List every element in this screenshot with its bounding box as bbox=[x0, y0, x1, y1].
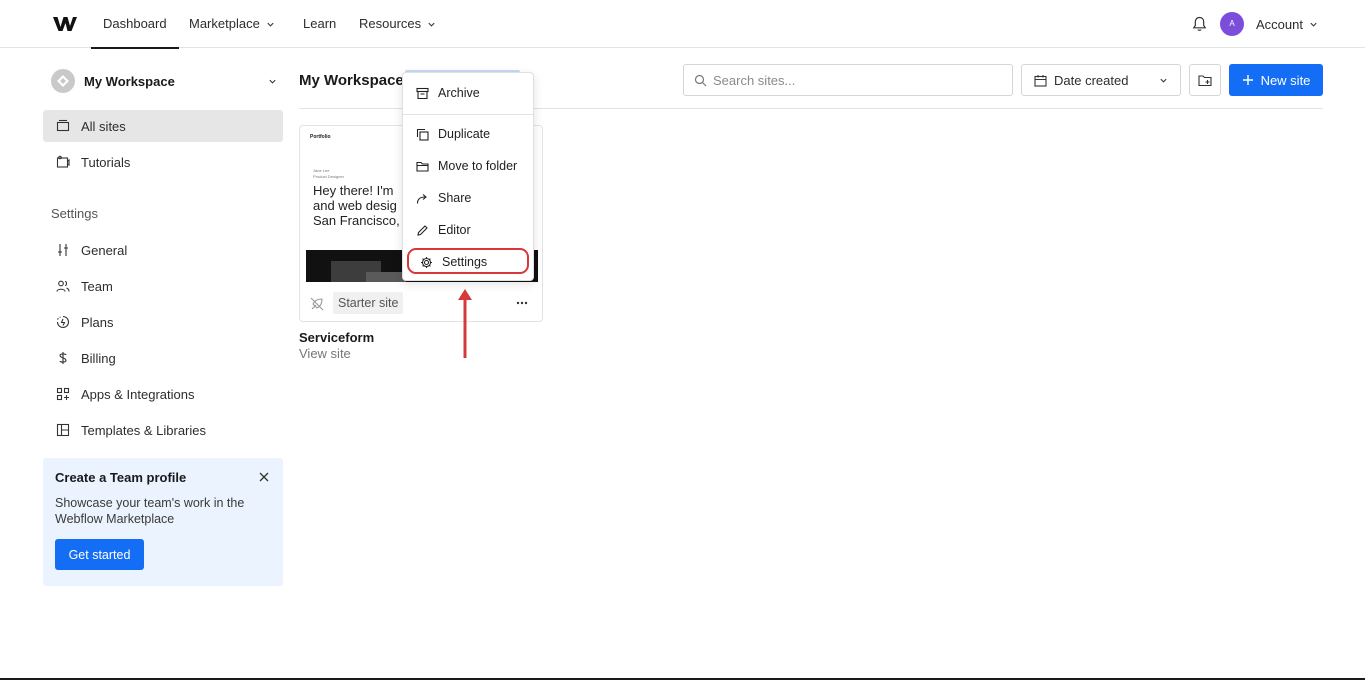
menu-item-settings[interactable]: Settings bbox=[414, 248, 532, 276]
new-site-label: New site bbox=[1260, 72, 1311, 88]
nav-marketplace-label: Marketplace bbox=[189, 16, 260, 31]
share-icon bbox=[416, 193, 427, 204]
sidebar-item-all-sites[interactable]: All sites bbox=[43, 110, 283, 142]
plus-icon bbox=[1242, 75, 1253, 85]
more-options-icon[interactable] bbox=[515, 296, 529, 310]
workspace-icon bbox=[51, 69, 75, 93]
apps-icon bbox=[56, 387, 70, 401]
site-name[interactable]: Serviceform bbox=[299, 330, 374, 345]
sidebar-item-label: Tutorials bbox=[81, 154, 131, 170]
sidebar-item-apps-integrations[interactable]: Apps & Integrations bbox=[43, 378, 283, 410]
dollar-icon bbox=[59, 352, 67, 364]
new-folder-button[interactable] bbox=[1189, 64, 1221, 96]
menu-divider bbox=[403, 114, 533, 115]
thumbnail-hero-text: Hey there! I'm and web desig San Francis… bbox=[313, 183, 400, 228]
top-navigation: Dashboard Marketplace Learn Resources A … bbox=[0, 0, 1365, 49]
pencil-icon bbox=[417, 224, 428, 236]
folder-plus-icon bbox=[1198, 74, 1212, 86]
calendar-icon bbox=[1034, 74, 1047, 87]
nav-dashboard-label: Dashboard bbox=[103, 15, 167, 31]
menu-item-label: Archive bbox=[438, 86, 480, 100]
promo-text: Showcase your team's work in the Webflow… bbox=[55, 496, 245, 526]
archive-icon bbox=[416, 87, 429, 99]
thumbnail-hero-line: and web desig bbox=[313, 198, 397, 213]
thumbnail-caption: Jane Lee Product Designer bbox=[313, 168, 344, 180]
thumbnail-caption-role: Product Designer bbox=[313, 174, 344, 179]
thumbnail-hero-line: Hey there! I'm bbox=[313, 183, 394, 198]
menu-item-label: Editor bbox=[438, 223, 471, 237]
chevron-down-icon bbox=[428, 22, 435, 27]
sidebar-item-tutorials[interactable]: Tutorials bbox=[43, 146, 283, 178]
sort-dropdown[interactable]: Date created bbox=[1021, 64, 1181, 96]
sidebar-item-billing[interactable]: Billing bbox=[43, 342, 283, 374]
nav-learn[interactable]: Learn bbox=[303, 0, 336, 48]
menu-item-archive[interactable]: Archive bbox=[410, 79, 528, 107]
chevron-down-icon bbox=[269, 79, 276, 84]
menu-item-label: Move to folder bbox=[438, 159, 518, 173]
view-site-link[interactable]: View site bbox=[299, 346, 351, 361]
sort-label: Date created bbox=[1054, 72, 1129, 88]
duplicate-icon bbox=[416, 128, 429, 141]
chevron-down-icon bbox=[267, 22, 274, 27]
search-input[interactable] bbox=[713, 72, 993, 88]
bell-icon[interactable] bbox=[1192, 16, 1207, 32]
account-menu[interactable]: Account bbox=[1256, 0, 1318, 48]
workspace-switcher[interactable]: My Workspace bbox=[51, 68, 277, 94]
team-profile-promo: Create a Team profile Showcase your team… bbox=[43, 458, 283, 586]
annotation-arrow-icon bbox=[458, 289, 472, 358]
templates-icon bbox=[56, 423, 70, 437]
unpublished-icon bbox=[310, 297, 324, 311]
site-card-footer: Starter site bbox=[300, 286, 542, 321]
nav-marketplace[interactable]: Marketplace bbox=[189, 0, 275, 48]
folder-icon bbox=[416, 161, 429, 172]
sidebar-item-label: Plans bbox=[81, 314, 114, 330]
sidebar-item-label: Team bbox=[81, 278, 113, 294]
thumbnail-hero-line: San Francisco, bbox=[313, 213, 400, 228]
close-icon[interactable] bbox=[259, 472, 269, 482]
plans-icon bbox=[56, 315, 70, 329]
get-started-button[interactable]: Get started bbox=[55, 539, 144, 570]
menu-item-duplicate[interactable]: Duplicate bbox=[410, 120, 528, 148]
promo-title: Create a Team profile bbox=[55, 470, 187, 485]
search-field[interactable] bbox=[683, 64, 1013, 96]
nav-learn-label: Learn bbox=[303, 16, 337, 31]
chevron-down-icon bbox=[1310, 22, 1317, 27]
sidebar-item-label: Billing bbox=[81, 350, 116, 366]
menu-item-editor[interactable]: Editor bbox=[410, 216, 528, 244]
menu-item-label: Settings bbox=[442, 255, 488, 269]
account-label: Account bbox=[1256, 16, 1303, 32]
tutorials-icon bbox=[56, 155, 70, 168]
sidebar-item-plans[interactable]: Plans bbox=[43, 306, 283, 338]
team-icon bbox=[56, 280, 70, 292]
nav-resources-label: Resources bbox=[359, 16, 422, 31]
menu-item-label: Duplicate bbox=[438, 127, 491, 141]
status-badge: Starter site bbox=[333, 292, 404, 314]
search-icon bbox=[694, 74, 707, 86]
sidebar-item-templates-libraries[interactable]: Templates & Libraries bbox=[43, 414, 283, 446]
nav-dashboard[interactable]: Dashboard bbox=[91, 0, 179, 49]
sidebar-item-general[interactable]: General bbox=[43, 234, 283, 266]
chevron-down-icon bbox=[1160, 78, 1167, 83]
settings-heading: Settings bbox=[51, 206, 98, 221]
page-title: My Workspace bbox=[299, 72, 404, 89]
menu-item-label: Share bbox=[438, 191, 472, 205]
nav-resources[interactable]: Resources bbox=[359, 0, 436, 48]
gear-icon bbox=[421, 256, 432, 268]
site-context-menu: Archive Duplicate Move to folder Share E… bbox=[402, 72, 534, 281]
menu-item-move-to-folder[interactable]: Move to folder bbox=[410, 152, 528, 180]
webflow-logo-icon[interactable] bbox=[52, 14, 78, 34]
sidebar-item-label: Apps & Integrations bbox=[81, 386, 195, 402]
sites-icon bbox=[56, 119, 70, 132]
thumbnail-logo: Portfolio bbox=[310, 134, 331, 140]
menu-item-share[interactable]: Share bbox=[410, 184, 528, 212]
avatar[interactable]: A bbox=[1220, 12, 1244, 36]
sidebar-item-label: Templates & Libraries bbox=[81, 422, 206, 438]
sidebar-item-label: General bbox=[81, 242, 128, 258]
sidebar-item-team[interactable]: Team bbox=[43, 270, 283, 302]
new-site-button[interactable]: New site bbox=[1229, 64, 1323, 96]
workspace-name: My Workspace bbox=[84, 73, 175, 89]
sliders-icon bbox=[58, 244, 68, 256]
sidebar-item-label: All sites bbox=[81, 118, 126, 134]
